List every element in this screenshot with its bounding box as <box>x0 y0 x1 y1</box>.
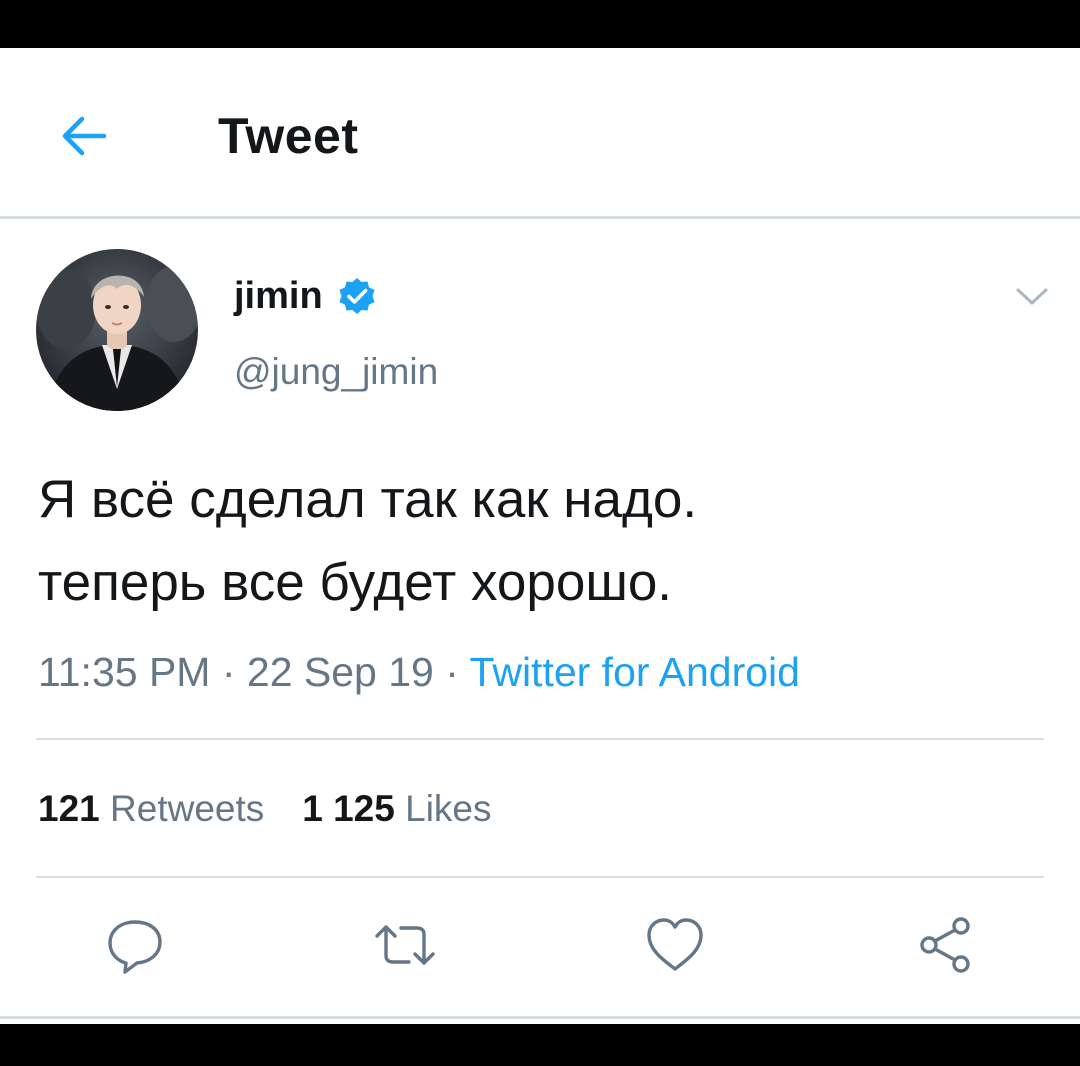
display-name: jimin <box>234 275 323 317</box>
meta-separator: · <box>210 649 247 695</box>
author-name-row[interactable]: jimin <box>234 272 377 320</box>
divider <box>36 876 1044 878</box>
tweet-date: 22 Sep 19 <box>246 649 434 695</box>
page-title: Tweet <box>218 108 359 164</box>
chevron-down-icon <box>1016 288 1048 305</box>
meta-separator: · <box>433 649 470 695</box>
tweet-time: 11:35 PM <box>38 649 211 695</box>
verified-badge-icon <box>337 276 377 316</box>
reply-icon <box>108 920 162 974</box>
tweet-text-line: Я всё сделал так как надо. <box>38 470 698 529</box>
user-handle[interactable]: @jung_jimin <box>234 348 438 396</box>
tweet-screen: Tweet jimin @jung_jimin Я всё сделал так… <box>0 48 1080 1024</box>
likes-count: 1 125 <box>302 788 395 829</box>
more-options-button[interactable] <box>1008 276 1056 316</box>
share-icon <box>920 917 970 973</box>
share-button[interactable] <box>910 910 980 980</box>
back-button[interactable] <box>52 104 116 168</box>
retweets-count: 121 <box>38 788 100 829</box>
tweet-meta: 11:35 PM · 22 Sep 19 · Twitter for Andro… <box>38 644 800 700</box>
retweet-icon <box>375 925 435 965</box>
profile-photo <box>36 249 198 411</box>
reply-button[interactable] <box>100 910 170 980</box>
tweet-text: Я всё сделал так как надо. теперь все бу… <box>38 458 1048 624</box>
tweet-source-link[interactable]: Twitter for Android <box>470 649 800 695</box>
retweets-stat[interactable]: 121 Retweets <box>38 788 264 829</box>
bottom-divider <box>0 1016 1080 1019</box>
likes-stat[interactable]: 1 125 Likes <box>302 788 491 829</box>
engagement-stats: 121 Retweets 1 125 Likes <box>38 784 492 834</box>
heart-icon <box>647 918 703 971</box>
tweet-text-line: теперь все будет хорошо. <box>38 553 673 612</box>
top-app-bar: Tweet <box>0 48 1080 219</box>
retweets-label: Retweets <box>110 788 265 829</box>
divider <box>36 738 1044 740</box>
like-button[interactable] <box>640 910 710 980</box>
retweet-button[interactable] <box>370 910 440 980</box>
avatar[interactable] <box>36 249 198 411</box>
arrow-left-icon <box>62 116 107 156</box>
likes-label: Likes <box>405 788 492 829</box>
